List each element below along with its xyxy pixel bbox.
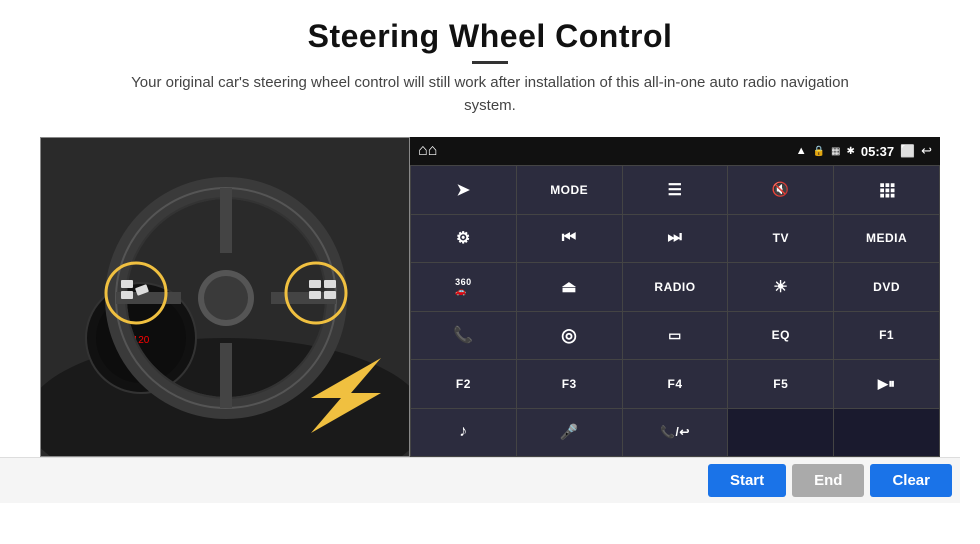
btn-mute[interactable]: 🔇 bbox=[728, 166, 833, 214]
steering-wheel-area: 120 bbox=[40, 137, 410, 457]
phonecall-icon: 📞/↩ bbox=[660, 425, 690, 439]
list-icon: ☰ bbox=[668, 180, 683, 200]
btn-mic[interactable]: 🎤 bbox=[517, 409, 622, 457]
btn-f2[interactable]: F2 bbox=[411, 360, 516, 408]
wifi-icon: ▲ bbox=[796, 145, 807, 157]
settings-icon: ⚙ bbox=[456, 228, 471, 248]
phone-icon: 📞 bbox=[453, 325, 473, 345]
btn-eq[interactable]: EQ bbox=[728, 312, 833, 360]
btn-f4[interactable]: F4 bbox=[623, 360, 728, 408]
btn-maps[interactable]: ◎ bbox=[517, 312, 622, 360]
sw-container: 120 bbox=[41, 138, 409, 456]
home-icon: ⌂ bbox=[418, 142, 437, 160]
prev-icon: ⏮ bbox=[562, 229, 577, 247]
status-bar: ⌂ ▲ 🔒 ▦ ✱ 05:37 ⬜ ↩ bbox=[410, 137, 940, 165]
tv-label: TV bbox=[773, 231, 789, 245]
end-button[interactable]: End bbox=[792, 464, 864, 497]
content-area: 120 bbox=[40, 137, 940, 457]
btn-brightness[interactable]: ☀ bbox=[728, 263, 833, 311]
btn-settings[interactable]: ⚙ bbox=[411, 215, 516, 263]
btn-playpause[interactable]: ▶⏸ bbox=[834, 360, 939, 408]
btn-mode[interactable]: MODE bbox=[517, 166, 622, 214]
btn-prev[interactable]: ⏮ bbox=[517, 215, 622, 263]
next-icon: ⏭ bbox=[668, 229, 683, 247]
btn-radio[interactable]: RADIO bbox=[623, 263, 728, 311]
status-left: ⌂ bbox=[418, 142, 437, 160]
eject-icon: ⏏ bbox=[561, 277, 577, 297]
screen-icon: ⬜ bbox=[900, 144, 915, 158]
btn-list[interactable]: ☰ bbox=[623, 166, 728, 214]
btn-eject[interactable]: ⏏ bbox=[517, 263, 622, 311]
title-section: Steering Wheel Control Your original car… bbox=[110, 18, 870, 117]
mode-label: MODE bbox=[550, 183, 588, 197]
bluetooth-icon: ✱ bbox=[847, 146, 855, 157]
control-panel: ⌂ ▲ 🔒 ▦ ✱ 05:37 ⬜ ↩ ➤ MO bbox=[410, 137, 940, 457]
back-icon: ↩ bbox=[921, 143, 932, 159]
media-label: MEDIA bbox=[866, 231, 907, 245]
btn-apps[interactable] bbox=[834, 166, 939, 214]
btn-f3[interactable]: F3 bbox=[517, 360, 622, 408]
action-bar: Start End Clear bbox=[0, 457, 960, 503]
btn-empty2 bbox=[834, 409, 939, 457]
btn-next[interactable]: ⏭ bbox=[623, 215, 728, 263]
apps-icon bbox=[878, 181, 896, 199]
btn-tv[interactable]: TV bbox=[728, 215, 833, 263]
page-title: Steering Wheel Control bbox=[110, 18, 870, 55]
lock-icon: 🔒 bbox=[813, 146, 825, 157]
playpause-icon: ▶⏸ bbox=[878, 376, 896, 392]
sim-icon: ▦ bbox=[831, 146, 840, 157]
f1-label: F1 bbox=[879, 328, 894, 342]
title-divider bbox=[472, 61, 508, 64]
subtitle: Your original car's steering wheel contr… bbox=[110, 72, 870, 117]
btn-dvd[interactable]: DVD bbox=[834, 263, 939, 311]
mute-icon: 🔇 bbox=[772, 181, 790, 198]
page-container: Steering Wheel Control Your original car… bbox=[0, 0, 980, 544]
f5-label: F5 bbox=[773, 377, 788, 391]
btn-aspect[interactable]: ▭ bbox=[623, 312, 728, 360]
btn-navigate[interactable]: ➤ bbox=[411, 166, 516, 214]
radio-label: RADIO bbox=[654, 280, 695, 294]
steering-wheel-svg: 120 bbox=[41, 138, 409, 456]
f2-label: F2 bbox=[456, 377, 471, 391]
maps-icon: ◎ bbox=[561, 325, 577, 346]
music-icon: ♪ bbox=[459, 423, 468, 441]
btn-phonecall[interactable]: 📞/↩ bbox=[623, 409, 728, 457]
btn-f1[interactable]: F1 bbox=[834, 312, 939, 360]
button-grid: ➤ MODE ☰ 🔇 ⚙ ⏮ bbox=[410, 165, 940, 457]
btn-f5[interactable]: F5 bbox=[728, 360, 833, 408]
btn-360cam[interactable]: 360🚗 bbox=[411, 263, 516, 311]
brightness-icon: ☀ bbox=[773, 277, 788, 297]
f3-label: F3 bbox=[562, 377, 577, 391]
360cam-icon: 360🚗 bbox=[455, 278, 472, 296]
btn-media[interactable]: MEDIA bbox=[834, 215, 939, 263]
btn-empty1 bbox=[728, 409, 833, 457]
dvd-label: DVD bbox=[873, 280, 900, 294]
navigate-icon: ➤ bbox=[456, 180, 470, 200]
mic-icon: 🎤 bbox=[560, 423, 579, 441]
aspect-icon: ▭ bbox=[668, 327, 682, 344]
btn-phone[interactable]: 📞 bbox=[411, 312, 516, 360]
time-display: 05:37 bbox=[861, 144, 894, 159]
btn-music[interactable]: ♪ bbox=[411, 409, 516, 457]
clear-button[interactable]: Clear bbox=[870, 464, 952, 497]
start-button[interactable]: Start bbox=[708, 464, 786, 497]
status-right: ▲ 🔒 ▦ ✱ 05:37 ⬜ ↩ bbox=[796, 143, 932, 159]
eq-label: EQ bbox=[772, 328, 790, 342]
f4-label: F4 bbox=[667, 377, 682, 391]
